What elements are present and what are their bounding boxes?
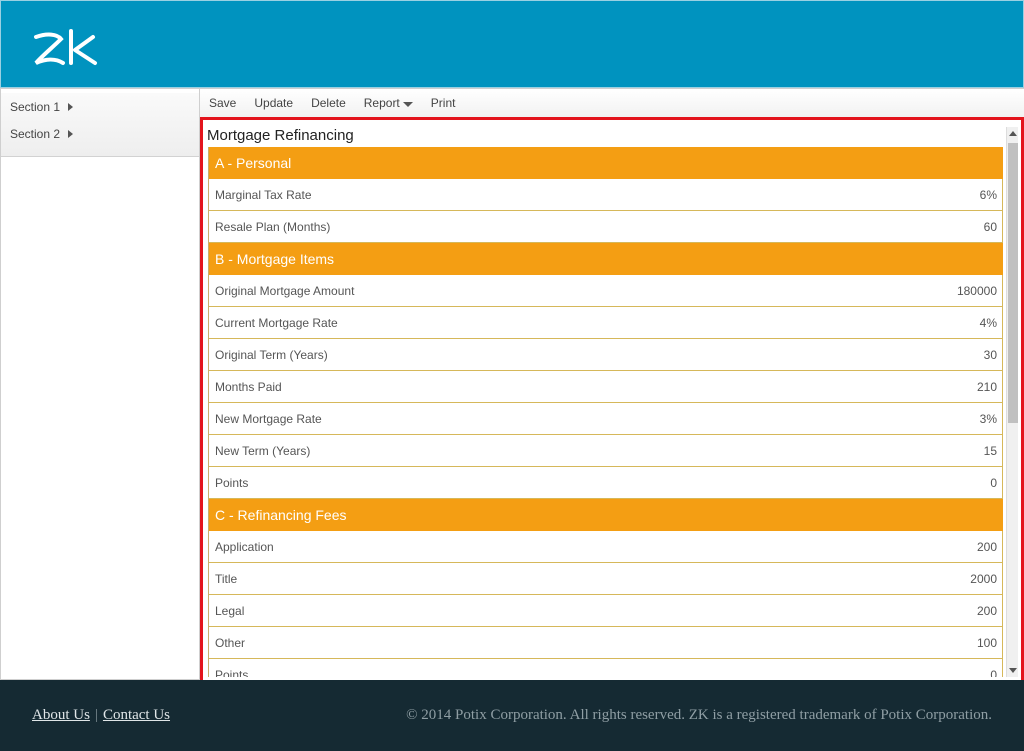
scrollbar-thumb[interactable] <box>1008 143 1018 423</box>
save-button[interactable]: Save <box>209 96 236 110</box>
main-content: Save Update Delete Report Print Mortgage… <box>200 88 1024 685</box>
sidebar-item-label: Section 1 <box>10 99 61 114</box>
row-value[interactable]: 0 <box>990 476 997 490</box>
row-label: Legal <box>215 603 245 618</box>
scroll-down-icon[interactable] <box>1009 668 1017 673</box>
row-label: Original Term (Years) <box>215 347 328 362</box>
row-value[interactable]: 2000 <box>970 572 997 586</box>
footer: About Us | Contact Us © 2014 Potix Corpora… <box>0 680 1024 751</box>
row-value[interactable]: 4% <box>980 316 997 330</box>
table-row[interactable]: New Term (Years) 15 <box>209 435 1003 467</box>
row-label: Original Mortgage Amount <box>215 283 355 298</box>
copyright-text: © 2014 Potix Corporation. All rights res… <box>406 707 992 723</box>
sidebar-nav: Section 1 Section 2 <box>1 93 199 157</box>
table-row[interactable]: Points 0 <box>209 467 1003 499</box>
mortgage-form-panel: Mortgage Refinancing A - Personal Margin… <box>200 117 1024 685</box>
group-label: C - Refinancing Fees <box>215 507 347 523</box>
row-value[interactable]: 6% <box>980 188 997 202</box>
contact-us-link[interactable]: Contact Us <box>103 707 170 723</box>
about-us-link[interactable]: About Us <box>32 707 90 723</box>
chevron-down-icon <box>402 101 413 107</box>
report-menu[interactable]: Report <box>364 96 413 110</box>
row-label: Resale Plan (Months) <box>215 219 331 234</box>
update-button[interactable]: Update <box>254 96 293 110</box>
property-grid: A - Personal Marginal Tax Rate 6% Resale… <box>208 147 1003 677</box>
table-row[interactable]: Other 100 <box>209 627 1003 659</box>
row-label: Months Paid <box>215 379 282 394</box>
table-row[interactable]: Current Mortgage Rate 4% <box>209 307 1003 339</box>
group-label: A - Personal <box>215 155 292 171</box>
row-label: Current Mortgage Rate <box>215 315 338 330</box>
table-row[interactable]: Original Mortgage Amount 180000 <box>209 275 1003 307</box>
table-row[interactable]: New Mortgage Rate 3% <box>209 403 1003 435</box>
row-label: New Mortgage Rate <box>215 411 322 426</box>
group-mortgage-items[interactable]: B - Mortgage Items <box>209 243 1003 275</box>
row-value[interactable]: 200 <box>977 540 997 554</box>
row-label: New Term (Years) <box>215 443 311 458</box>
row-label: Application <box>215 539 274 554</box>
row-value[interactable]: 210 <box>977 380 997 394</box>
chevron-right-icon <box>68 129 74 138</box>
row-label: Title <box>215 571 238 586</box>
zk-logo-icon[interactable] <box>33 29 99 67</box>
sidebar-item-section-1[interactable]: Section 1 <box>1 93 199 120</box>
menubar: Save Update Delete Report Print <box>200 89 1024 117</box>
report-menu-label: Report <box>363 96 400 110</box>
table-row[interactable]: Original Term (Years) 30 <box>209 339 1003 371</box>
table-row[interactable]: Marginal Tax Rate 6% <box>209 179 1003 211</box>
row-value[interactable]: 200 <box>977 604 997 618</box>
footer-separator: | <box>94 707 98 723</box>
row-value[interactable]: 30 <box>984 348 997 362</box>
group-refinancing-fees[interactable]: C - Refinancing Fees <box>209 499 1003 531</box>
row-value[interactable]: 3% <box>980 412 997 426</box>
table-row[interactable]: Resale Plan (Months) 60 <box>209 211 1003 243</box>
row-value[interactable]: 60 <box>984 220 997 234</box>
chevron-right-icon <box>68 102 74 111</box>
app-header <box>0 0 1024 88</box>
footer-links: About Us | Contact Us <box>32 707 170 724</box>
row-value[interactable]: 180000 <box>957 284 997 298</box>
form-title: Mortgage Refinancing <box>207 127 354 144</box>
row-value[interactable]: 15 <box>984 444 997 458</box>
row-label: Points <box>215 475 249 490</box>
row-value[interactable]: 100 <box>977 636 997 650</box>
row-label: Points <box>215 667 249 678</box>
scroll-up-icon[interactable] <box>1009 131 1017 136</box>
sidebar-item-label: Section 2 <box>10 126 61 141</box>
group-label: B - Mortgage Items <box>215 251 335 267</box>
row-label: Marginal Tax Rate <box>215 187 312 202</box>
group-personal[interactable]: A - Personal <box>209 147 1003 179</box>
table-row[interactable]: Legal 200 <box>209 595 1003 627</box>
table-row[interactable]: Months Paid 210 <box>209 371 1003 403</box>
sidebar: Section 1 Section 2 <box>0 88 200 680</box>
sidebar-item-section-2[interactable]: Section 2 <box>1 120 199 147</box>
print-button[interactable]: Print <box>431 96 456 110</box>
row-value[interactable]: 0 <box>990 668 997 678</box>
table-row[interactable]: Points 0 <box>209 659 1003 677</box>
vertical-scrollbar[interactable] <box>1006 127 1018 677</box>
table-row[interactable]: Application 200 <box>209 531 1003 563</box>
delete-button[interactable]: Delete <box>311 96 346 110</box>
row-label: Other <box>215 635 246 650</box>
table-row[interactable]: Title 2000 <box>209 563 1003 595</box>
